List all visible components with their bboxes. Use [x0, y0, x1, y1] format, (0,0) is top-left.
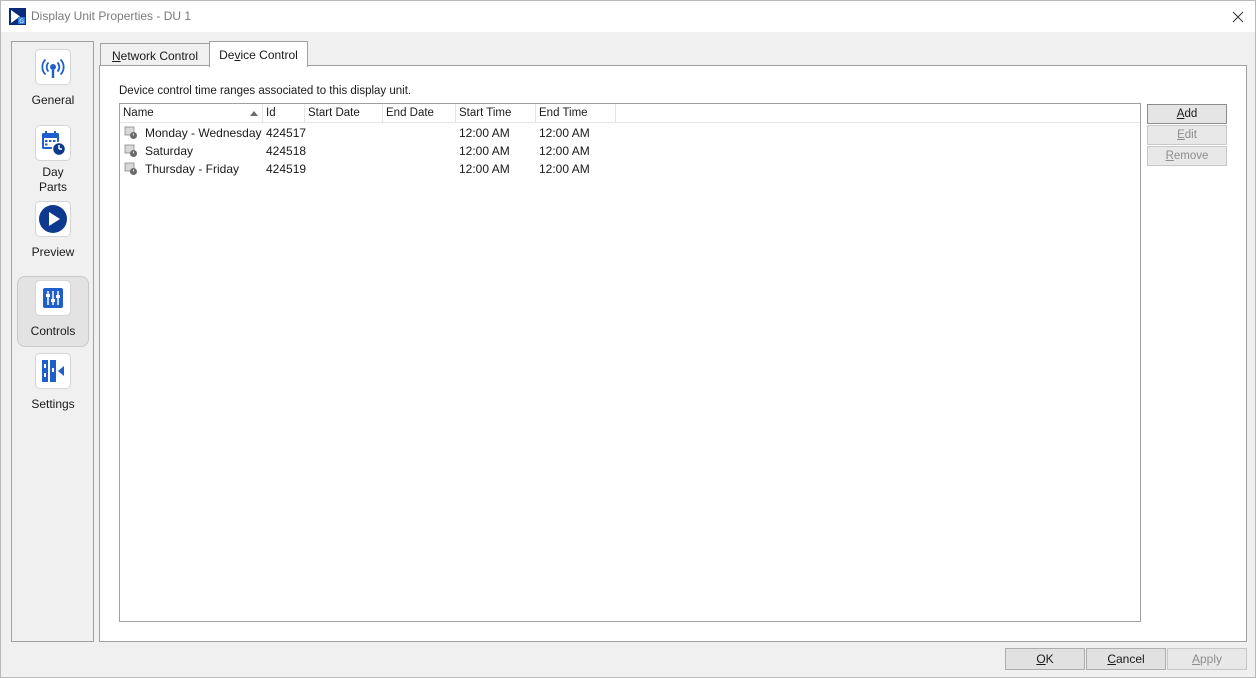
- title-bar: G Display Unit Properties - DU 1: [1, 1, 1255, 32]
- play-icon: [35, 201, 71, 237]
- column-header-end-time[interactable]: End Time: [536, 104, 616, 123]
- sort-ascending-icon: [250, 111, 258, 116]
- cell-end-time: 12:00 AM: [539, 144, 590, 158]
- nav-label-day: Day: [42, 165, 64, 179]
- cell-start-time: 12:00 AM: [459, 162, 510, 176]
- svg-text:G: G: [19, 18, 24, 25]
- add-button-label: Add: [1176, 108, 1198, 120]
- sliders-icon: [35, 280, 71, 316]
- ok-button[interactable]: OK: [1005, 648, 1085, 670]
- cell-name: Thursday - Friday: [145, 162, 240, 176]
- add-button[interactable]: Add: [1147, 104, 1227, 124]
- remove-button[interactable]: Remove: [1147, 146, 1227, 166]
- window-title: Display Unit Properties - DU 1: [31, 9, 192, 23]
- schedule-item-icon: [124, 162, 137, 175]
- apply-button-label: Apply: [1191, 652, 1223, 666]
- cell-start-time: 12:00 AM: [459, 126, 510, 140]
- dialog-window: G Display Unit Properties - DU 1 General…: [0, 0, 1256, 678]
- table-row[interactable]: Thursday - Friday 424519 12:00 AM 12:00 …: [120, 160, 1140, 178]
- cell-id: 424517: [266, 126, 307, 140]
- apply-button[interactable]: Apply: [1167, 648, 1247, 670]
- cancel-button-label: Cancel: [1107, 652, 1145, 666]
- cell-end-time: 12:00 AM: [539, 126, 590, 140]
- nav-item-day-parts[interactable]: Day Parts: [17, 125, 89, 195]
- schedule-item-icon: [124, 126, 137, 139]
- cell-id: 424519: [266, 162, 307, 176]
- column-header-start-time[interactable]: Start Time: [456, 104, 536, 123]
- settings-panel-icon: [35, 353, 71, 389]
- ok-button-label: OK: [1036, 652, 1054, 666]
- nav-label-parts: Parts: [38, 180, 67, 194]
- cell-name: Monday - Wednesday: [145, 126, 262, 140]
- tab-label-network-control: Network Control: [111, 48, 199, 63]
- left-navigation: General Day Parts Preview Controls Setti…: [11, 41, 94, 642]
- time-ranges-list[interactable]: Name Id Start Date End Date Start Time E…: [119, 103, 1141, 622]
- panel-description: Device control time ranges associated to…: [119, 85, 412, 97]
- device-control-panel: Device control time ranges associated to…: [99, 65, 1247, 642]
- nav-label-preview: Preview: [31, 245, 75, 259]
- close-button[interactable]: [1221, 1, 1255, 32]
- tab-network-control[interactable]: Network Control: [100, 43, 210, 67]
- edit-button-label: Edit: [1177, 129, 1197, 141]
- nav-label-controls: Controls: [30, 324, 76, 338]
- close-icon: [1232, 11, 1244, 22]
- cell-end-time: 12:00 AM: [539, 162, 590, 176]
- tab-label-device-control: Device Control: [219, 47, 298, 62]
- table-row[interactable]: Saturday 424518 12:00 AM 12:00 AM: [120, 142, 1140, 160]
- column-header-name[interactable]: Name: [120, 104, 263, 123]
- list-header: Name Id Start Date End Date Start Time E…: [120, 104, 1140, 123]
- nav-label-day-parts: Day Parts: [39, 165, 67, 195]
- cell-start-time: 12:00 AM: [459, 144, 510, 158]
- app-logo-icon: G: [9, 8, 26, 25]
- nav-item-general[interactable]: General: [17, 49, 89, 115]
- nav-item-preview[interactable]: Preview: [17, 201, 89, 267]
- broadcast-icon: [35, 49, 71, 85]
- nav-item-controls[interactable]: Controls: [17, 276, 89, 347]
- tab-device-control[interactable]: Device Control: [209, 41, 308, 67]
- nav-item-settings[interactable]: Settings: [17, 353, 89, 419]
- edit-button[interactable]: Edit: [1147, 125, 1227, 145]
- column-header-end-date[interactable]: End Date: [383, 104, 456, 123]
- cell-id: 424518: [266, 144, 307, 158]
- schedule-item-icon: [124, 144, 137, 157]
- nav-label-settings: Settings: [31, 397, 75, 411]
- remove-button-label: Remove: [1165, 150, 1209, 162]
- column-header-id[interactable]: Id: [263, 104, 305, 123]
- nav-label-general: General: [31, 93, 75, 107]
- table-row[interactable]: Monday - Wednesday 424517 12:00 AM 12:00…: [120, 124, 1140, 142]
- calendar-clock-icon: [35, 125, 71, 161]
- column-header-start-date[interactable]: Start Date: [305, 104, 383, 123]
- cell-name: Saturday: [145, 144, 194, 158]
- cancel-button[interactable]: Cancel: [1086, 648, 1166, 670]
